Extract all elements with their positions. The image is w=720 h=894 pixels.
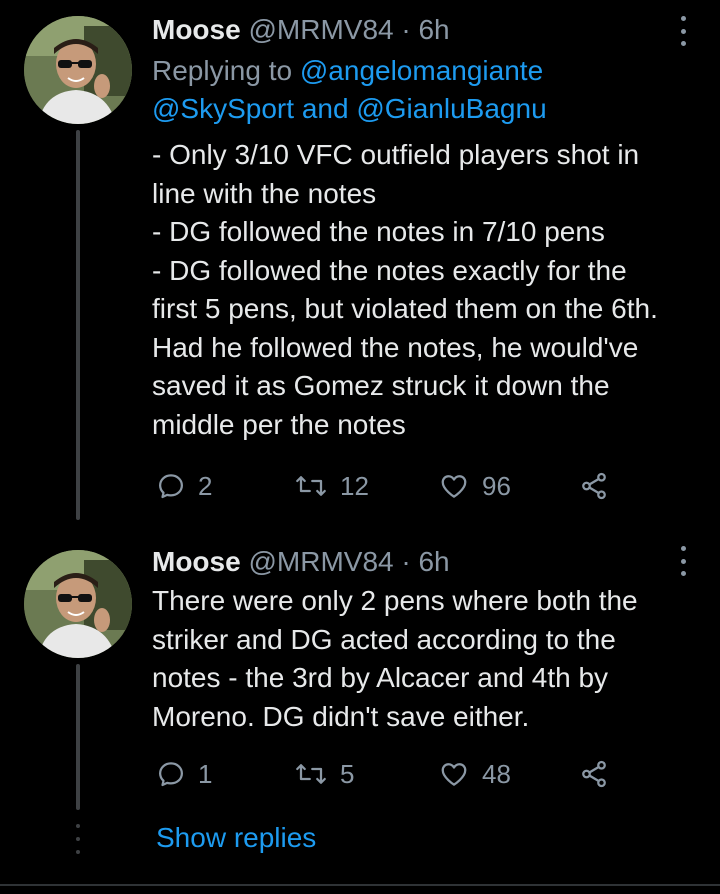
like-count: 48: [482, 758, 511, 789]
tweet-actions: 1 5 48: [152, 754, 632, 794]
tweet-text-line: Moreno. DG didn't save either.: [152, 700, 530, 732]
tweet-text-line: notes - the 3rd by Alcacer and 4th by: [152, 662, 609, 693]
separator: ·: [401, 14, 411, 45]
reply-button[interactable]: 2: [156, 466, 212, 506]
more-vertical-icon[interactable]: [678, 16, 688, 46]
reply-count: 2: [198, 470, 213, 501]
like-button[interactable]: 48: [438, 754, 511, 794]
tweet-text-line: first 5 pens, but violated them on the 6…: [152, 293, 658, 324]
tweet-text-line: - Only 3/10 VFC outfield players shot in: [152, 139, 640, 170]
share-button[interactable]: [578, 754, 610, 794]
like-count: 96: [482, 470, 511, 501]
divider: [0, 884, 720, 886]
tweet-text-line: saved it as Gomez struck it down the: [152, 370, 610, 401]
reply-count: 1: [198, 758, 213, 789]
tweet-header: Moose @MRMV84 · 6h: [152, 542, 450, 582]
heart-icon: [441, 763, 467, 786]
tweet-text-line: middle per the notes: [152, 408, 406, 440]
tweet-text-line: Had he followed the notes, he would've: [152, 331, 639, 363]
user-handle[interactable]: @MRMV84: [248, 546, 393, 577]
tweet-1[interactable]: Moose @MRMV84 · 6h Replying to @angeloma…: [0, 0, 720, 520]
share-button[interactable]: [578, 466, 610, 506]
mention-link[interactable]: @GianluBagnu: [356, 93, 546, 124]
thread-line: [76, 664, 80, 810]
separator: ·: [401, 546, 411, 577]
user-handle[interactable]: @MRMV84: [248, 14, 393, 45]
tweet-header: Moose @MRMV84 · 6h: [152, 10, 450, 50]
reply-icon: [159, 474, 183, 499]
share-icon: [582, 472, 606, 500]
more-vertical-icon[interactable]: [678, 546, 688, 576]
show-replies-link[interactable]: Show replies: [156, 818, 316, 858]
retweet-count: 12: [340, 470, 369, 501]
timestamp[interactable]: 6h: [418, 546, 449, 577]
mention-link[interactable]: @SkySport: [152, 93, 294, 124]
reply-icon: [159, 762, 183, 787]
thread-line: [76, 130, 80, 520]
display-name[interactable]: Moose: [152, 14, 241, 45]
retweet-icon: [296, 764, 326, 784]
display-name[interactable]: Moose: [152, 546, 241, 577]
retweet-button[interactable]: 12: [294, 466, 369, 506]
replying-to: Replying to @angelomangiante @SkySport a…: [152, 52, 547, 128]
avatar[interactable]: [24, 16, 132, 124]
timestamp[interactable]: 6h: [418, 14, 449, 45]
heart-icon: [441, 475, 467, 498]
retweet-icon: [296, 476, 326, 496]
like-button[interactable]: 96: [438, 466, 511, 506]
tweet-text: - Only 3/10 VFC outfield players shot in…: [152, 136, 702, 444]
avatar[interactable]: [24, 550, 132, 658]
tweet-actions: 2 12 96: [152, 466, 632, 506]
share-icon: [582, 760, 606, 788]
reply-button[interactable]: 1: [156, 754, 212, 794]
tweet-2[interactable]: Moose @MRMV84 · 6h There were only 2 pen…: [0, 540, 720, 810]
retweet-count: 5: [340, 758, 355, 789]
replying-and: and: [301, 93, 349, 124]
replying-prefix: Replying to: [152, 55, 293, 86]
tweet-text-line: striker and DG acted according to the: [152, 623, 616, 655]
mention-link[interactable]: @angelomangiante: [300, 55, 543, 86]
tweet-text-line: There were only 2 pens where both the: [152, 585, 638, 616]
tweet-text-line: line with the notes: [152, 177, 377, 209]
tweet-text-line: - DG followed the notes in 7/10 pens: [152, 216, 605, 247]
tweet-text-line: - DG followed the notes exactly for the: [152, 254, 627, 286]
retweet-button[interactable]: 5: [294, 754, 354, 794]
thread-continuation-dots: [75, 824, 81, 854]
tweet-text: There were only 2 pens where both the st…: [152, 582, 702, 736]
